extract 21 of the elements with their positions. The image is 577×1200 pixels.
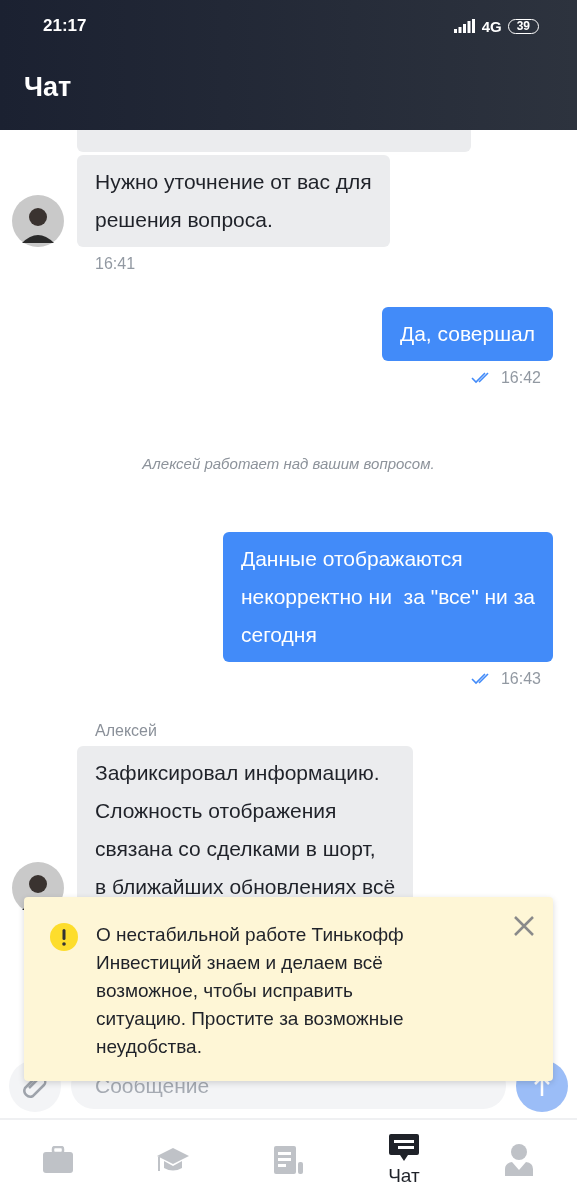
nav-tab[interactable]: Чат — [346, 1120, 462, 1200]
status-time: 21:17 — [43, 16, 87, 36]
message-bubble: Нужно уточнение от вас для решения вопроса. — [77, 155, 390, 247]
graduation-cap-icon — [156, 1146, 191, 1174]
chat-icon — [387, 1133, 420, 1163]
signal-icon — [453, 19, 476, 33]
message-time: 16:43 — [500, 670, 541, 688]
message-bubble: Да, совершал — [381, 307, 553, 361]
message-time: 16:42 — [500, 369, 541, 387]
warning-icon — [50, 923, 78, 951]
person-icon — [504, 1143, 535, 1177]
screen-title: Чат — [23, 71, 73, 103]
message-bubble: Данные отображаются некорректно ни за "все" ни за сегодня — [222, 532, 553, 662]
network-type: 4G — [481, 17, 502, 35]
sender-name: Алексей — [94, 722, 158, 741]
document-icon — [272, 1145, 305, 1175]
message-time: 16:41 — [94, 254, 137, 273]
notice-text: О нестабильной работе Тинькофф Инвестиций знаем и делаем всё возможное, чтобы исправить ситуацию. Простите за возможные неудобства. — [95, 923, 405, 1059]
close-button[interactable] — [513, 915, 535, 937]
briefcase-icon — [41, 1146, 74, 1174]
system-message: Алексей работает над вашим вопросом. — [140, 455, 436, 472]
